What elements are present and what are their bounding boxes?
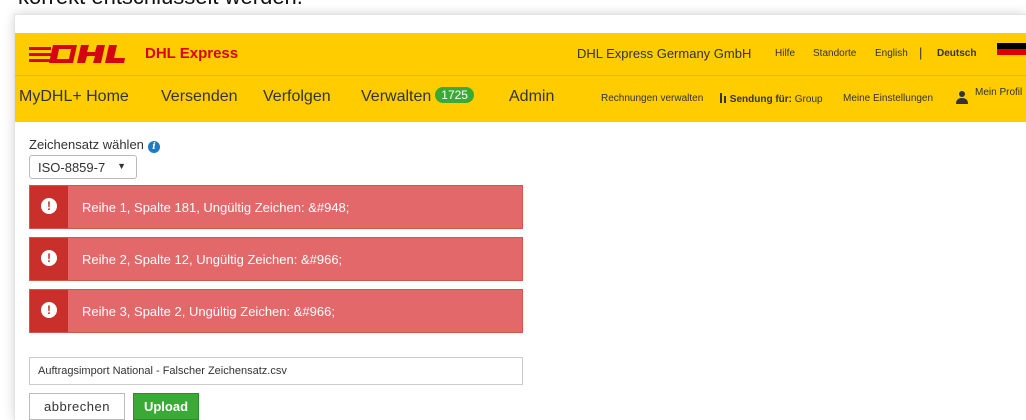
nav-home[interactable]: MyDHL+ Home (19, 88, 129, 106)
nav-settings[interactable]: Meine Einstellungen (843, 93, 933, 104)
nav-invoices[interactable]: Rechnungen verwalten (601, 93, 703, 104)
sort-arrows-icon (720, 93, 726, 103)
top-header: DHL Express DHL Express Germany GmbH Hil… (15, 33, 1026, 75)
dhl-logo-icon[interactable] (29, 41, 133, 67)
error-message: Reihe 1, Spalte 181, Ungültig Zeichen: &… (82, 200, 350, 215)
nav-manage-label: Verwalten (361, 88, 432, 105)
error-message: Reihe 2, Spalte 12, Ungültig Zeichen: &#… (82, 252, 343, 267)
exclamation-icon: ! (41, 198, 57, 214)
nav-shipment-for[interactable]: Sendung für: Group (719, 93, 823, 105)
shipment-for-value: Group (794, 94, 823, 105)
german-flag-icon[interactable] (997, 43, 1026, 61)
error-icon-column: ! (30, 290, 68, 332)
nav-manage[interactable]: Verwalten 1725 (361, 87, 474, 106)
manage-count-badge: 1725 (435, 87, 474, 103)
main-navigation: MyDHL+ Home Versenden Verfolgen Verwalte… (15, 75, 1026, 122)
nav-admin[interactable]: Admin (509, 88, 554, 106)
charset-select[interactable]: ISO-8859-7 ▼ (29, 155, 137, 179)
exclamation-icon: ! (41, 302, 57, 318)
help-link[interactable]: Hilfe (775, 48, 795, 59)
exclamation-icon: ! (41, 250, 57, 266)
error-alert: ! Reihe 3, Spalte 2, Ungültig Zeichen: &… (29, 289, 523, 333)
user-icon[interactable] (955, 90, 969, 104)
company-name: DHL Express Germany GmbH (577, 46, 752, 61)
document-caption: korrekt entschlüsselt werden. (18, 0, 303, 10)
nav-ship[interactable]: Versenden (161, 88, 238, 106)
language-separator: | (919, 45, 923, 60)
cancel-button[interactable]: abbrechen (29, 393, 125, 420)
charset-label: Zeichensatz wählen i (29, 137, 160, 153)
nav-track[interactable]: Verfolgen (263, 88, 331, 106)
charset-select-value: ISO-8859-7 (38, 160, 106, 175)
error-icon-column: ! (30, 186, 68, 228)
brand-name: DHL Express (145, 45, 239, 62)
locations-link[interactable]: Standorte (813, 48, 856, 59)
upload-button[interactable]: Upload (133, 393, 199, 420)
browser-frame: DHL Express DHL Express Germany GmbH Hil… (14, 14, 1026, 420)
english-link[interactable]: English (875, 48, 908, 59)
file-name-field[interactable]: Auftragsimport National - Falscher Zeich… (29, 357, 523, 385)
charset-label-text: Zeichensatz wählen (29, 137, 144, 152)
file-name-text: Auftragsimport National - Falscher Zeich… (38, 365, 287, 377)
error-message: Reihe 3, Spalte 2, Ungültig Zeichen: &#9… (82, 304, 335, 319)
error-alert: ! Reihe 2, Spalte 12, Ungültig Zeichen: … (29, 237, 523, 281)
shipment-for-label: Sendung für: (729, 94, 792, 105)
nav-profile[interactable]: Mein Profil (975, 87, 1022, 98)
info-icon[interactable]: i (147, 141, 160, 153)
error-icon-column: ! (30, 238, 68, 280)
german-link[interactable]: Deutsch (937, 48, 976, 59)
error-alert: ! Reihe 1, Spalte 181, Ungültig Zeichen:… (29, 185, 523, 229)
caret-down-icon: ▼ (117, 161, 126, 171)
